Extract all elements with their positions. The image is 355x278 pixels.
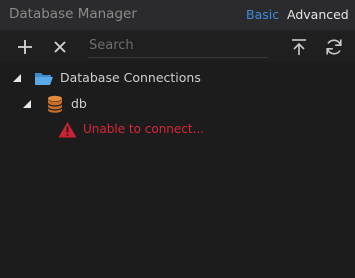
warning-icon xyxy=(58,122,77,138)
mode-advanced-tab[interactable]: Advanced xyxy=(287,7,349,22)
search-input[interactable] xyxy=(88,34,268,58)
panel-title: Database Manager xyxy=(9,6,137,22)
tree-node-label: Database Connections xyxy=(60,70,201,85)
tree-node-db[interactable]: db xyxy=(0,94,355,114)
add-connection-button[interactable] xyxy=(14,36,36,58)
database-icon xyxy=(47,95,63,113)
toolbar xyxy=(0,31,355,62)
refresh-button[interactable] xyxy=(323,36,345,58)
connection-error-row: Unable to connect... xyxy=(0,120,355,140)
tree-node-database-connections[interactable]: Database Connections xyxy=(0,68,355,88)
mode-basic-tab[interactable]: Basic xyxy=(246,7,279,22)
error-message: Unable to connect... xyxy=(83,122,205,136)
upload-icon xyxy=(292,39,306,55)
folder-icon xyxy=(35,73,53,85)
close-icon xyxy=(54,41,66,53)
tree-expanded-icon[interactable] xyxy=(22,99,32,109)
remove-connection-button[interactable] xyxy=(49,36,71,58)
upload-button[interactable] xyxy=(288,36,310,58)
tree-node-label: db xyxy=(71,96,87,111)
plus-icon xyxy=(18,40,32,54)
database-manager-panel: Database Manager Basic Advanced Search D… xyxy=(0,0,355,278)
refresh-icon xyxy=(326,39,342,55)
title-bar: Database Manager Basic Advanced xyxy=(0,0,355,31)
tree-expanded-icon[interactable] xyxy=(12,73,22,83)
